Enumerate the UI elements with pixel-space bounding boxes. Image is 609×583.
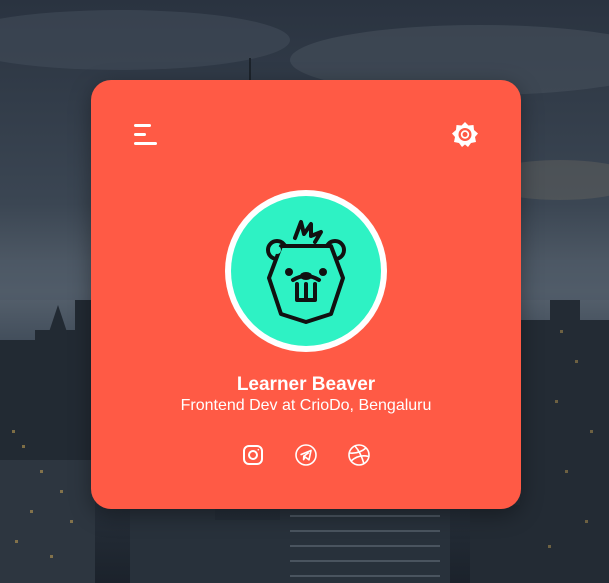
- instagram-icon[interactable]: [241, 443, 265, 467]
- profile-name: Learner Beaver: [236, 374, 376, 395]
- telegram-icon[interactable]: [294, 443, 318, 467]
- dribbble-icon[interactable]: [347, 443, 371, 467]
- sun-icon[interactable]: [451, 121, 479, 149]
- profile-role: Frontend Dev at CrioDo, Bengaluru: [180, 397, 432, 414]
- beaver-icon: [231, 196, 381, 346]
- hamburger-menu-icon[interactable]: [131, 120, 161, 150]
- avatar: [225, 190, 387, 352]
- profile-card: Learner Beaver Frontend Dev at CrioDo, B…: [91, 80, 521, 509]
